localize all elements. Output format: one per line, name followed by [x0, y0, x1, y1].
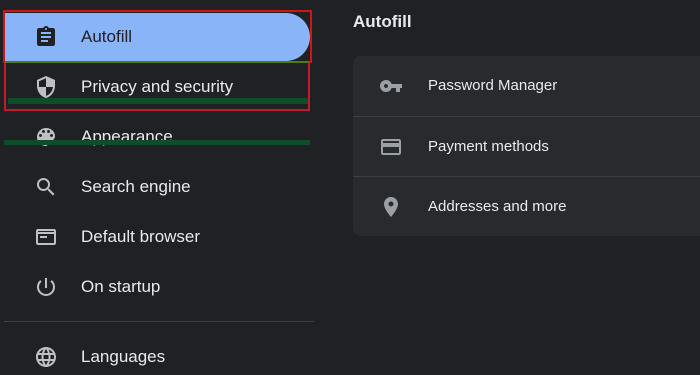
sidebar-item-label: Default browser — [81, 227, 201, 246]
sidebar-item-default-browser[interactable]: Default browser — [4, 213, 310, 261]
sidebar-item-label: Languages — [81, 347, 166, 366]
shield-icon — [34, 75, 58, 99]
password-manager-row[interactable]: Password Manager — [353, 56, 700, 116]
globe-icon — [34, 345, 58, 369]
row-label: Password Manager — [428, 77, 558, 94]
row-label: Payment methods — [428, 138, 549, 155]
sidebar-item-search-engine[interactable]: Search engine — [4, 163, 310, 211]
sidebar-item-label: On startup — [81, 277, 161, 296]
sidebar-item-languages[interactable]: Languages — [4, 333, 310, 375]
sidebar-item-on-startup[interactable]: On startup — [4, 263, 310, 311]
autofill-card: Password Manager Payment methods Address… — [353, 56, 700, 236]
payment-methods-row[interactable]: Payment methods — [353, 116, 700, 176]
settings-app: Autofill Privacy and security Appearance… — [0, 0, 700, 375]
sidebar-item-label: Privacy and security — [81, 77, 234, 96]
key-icon — [379, 74, 403, 98]
clipboard-icon — [34, 25, 58, 49]
sidebar-item-label: Autofill — [81, 27, 133, 46]
power-icon — [34, 275, 58, 299]
credit-card-icon — [379, 135, 403, 159]
palette-icon — [34, 125, 58, 149]
page-title: Autofill — [353, 12, 412, 31]
browser-window-icon — [34, 225, 58, 249]
sidebar-item-autofill[interactable]: Autofill — [4, 13, 310, 61]
settings-sidebar: Autofill Privacy and security Appearance… — [0, 0, 314, 375]
addresses-row[interactable]: Addresses and more — [353, 176, 700, 236]
location-pin-icon — [379, 195, 403, 219]
sidebar-item-label: Appearance — [81, 127, 173, 146]
sidebar-item-label: Search engine — [81, 177, 191, 196]
sidebar-item-privacy-and-security[interactable]: Privacy and security — [4, 63, 310, 111]
row-label: Addresses and more — [428, 198, 567, 215]
search-icon — [34, 175, 58, 199]
sidebar-divider — [4, 321, 314, 322]
sidebar-item-appearance[interactable]: Appearance — [4, 113, 310, 161]
